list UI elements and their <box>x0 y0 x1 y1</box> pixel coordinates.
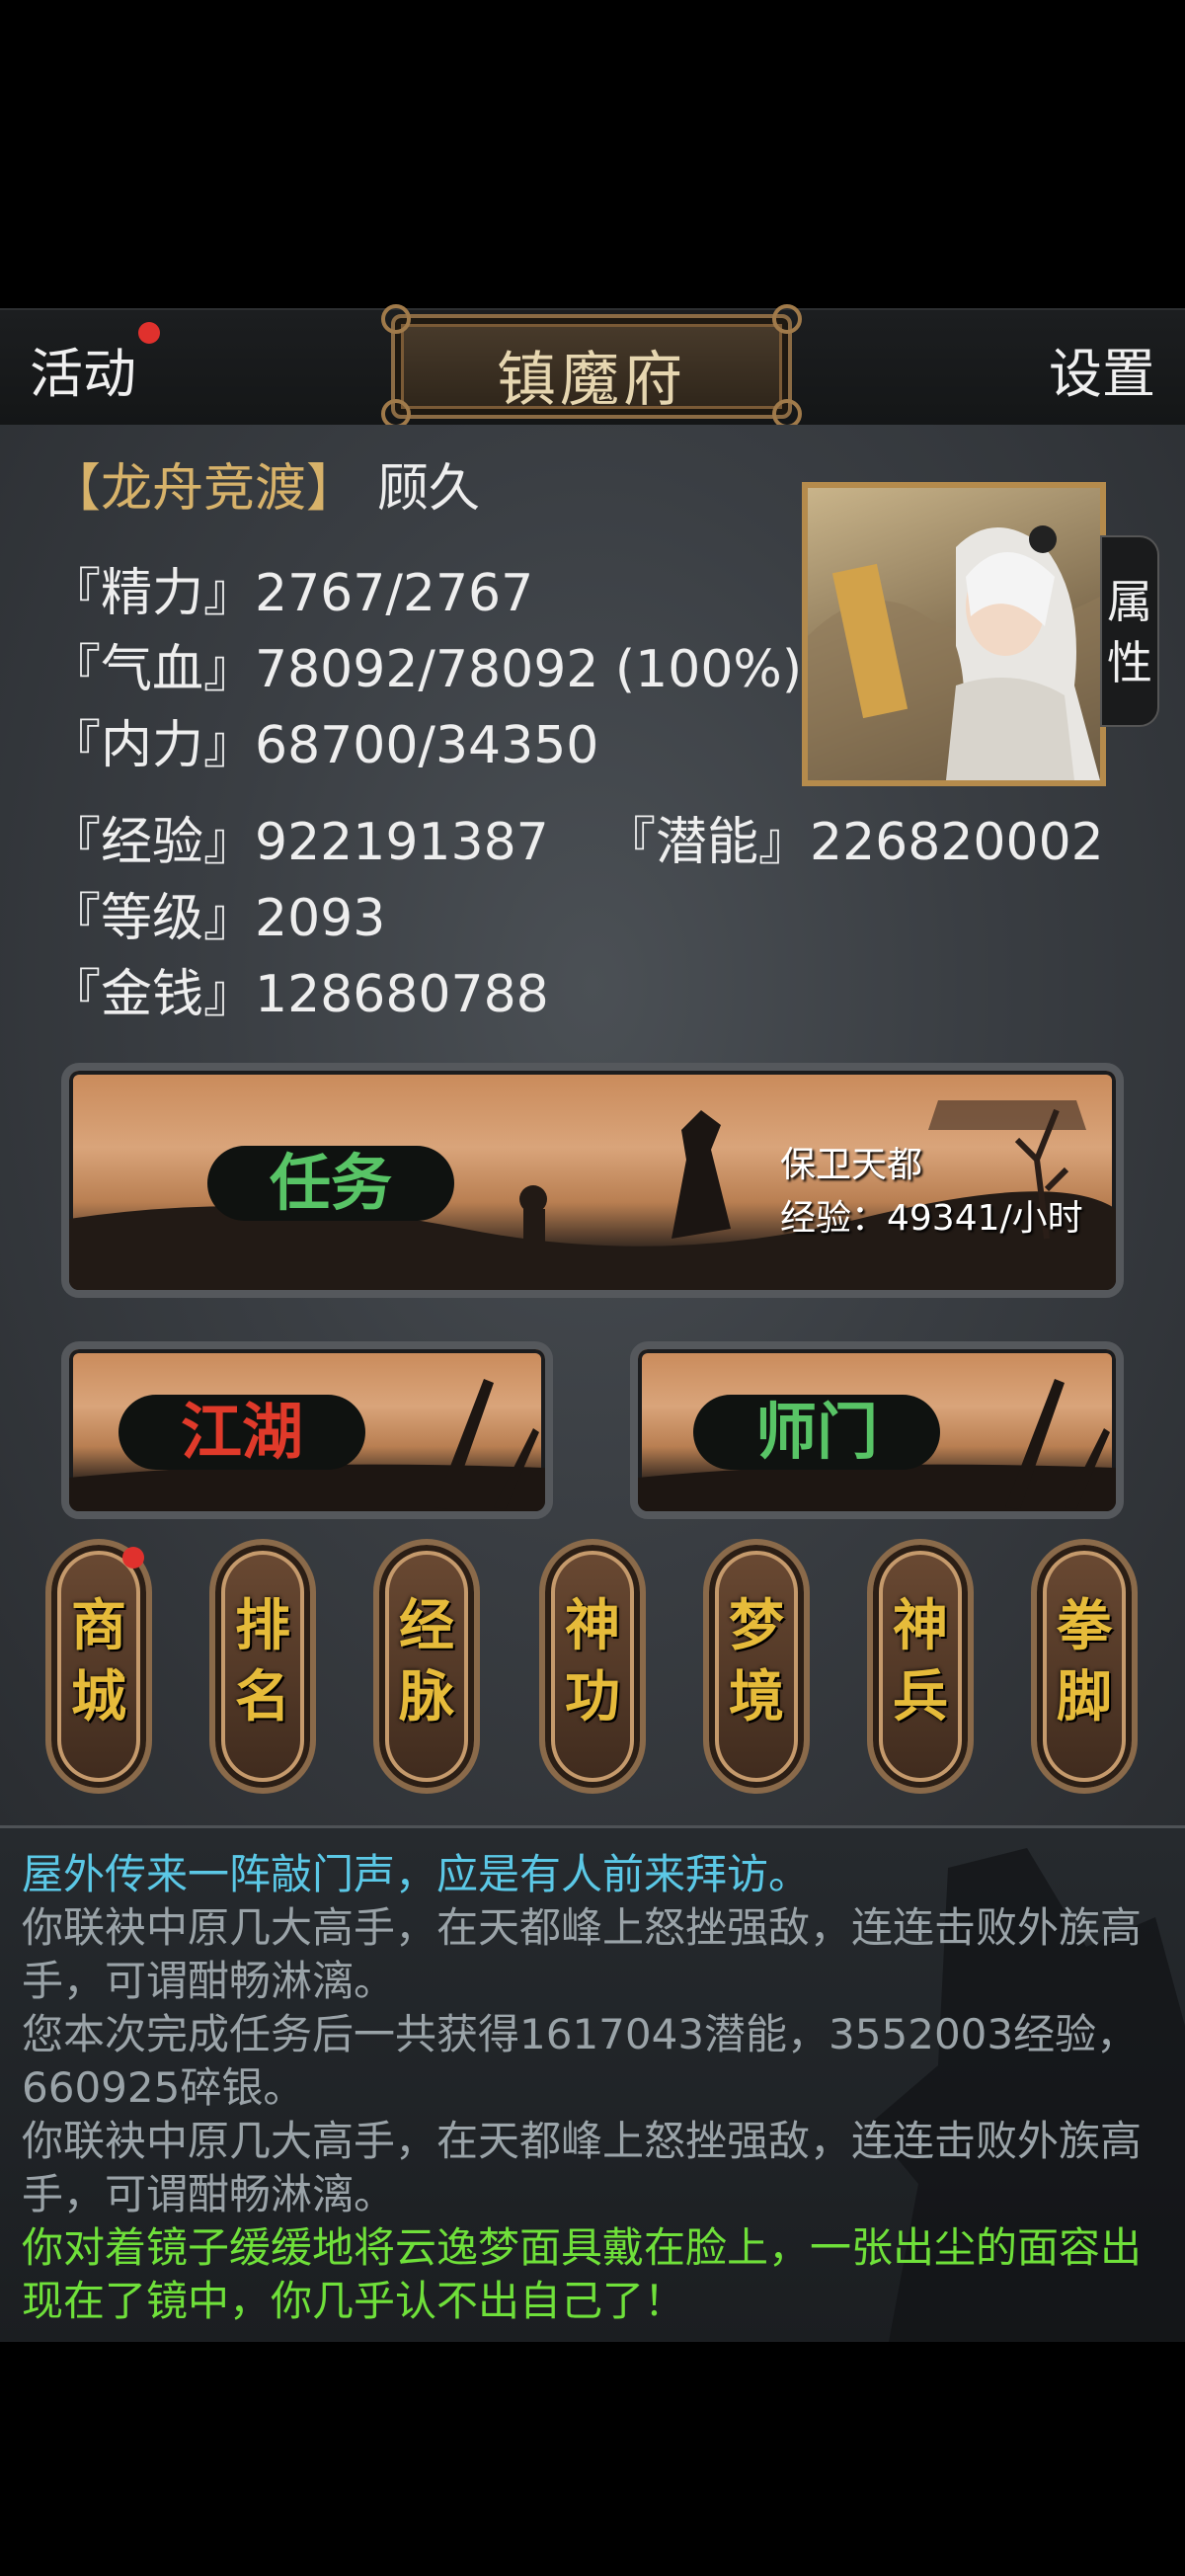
meridian-button[interactable]: 经脉 <box>373 1539 480 1794</box>
dreamland-button[interactable]: 梦境 <box>703 1539 810 1794</box>
log-message-text: 你对着镜子缓缓地将云逸梦面具戴在脸上，一张出尘的面容出现在了镜中，你几乎认不出自… <box>22 2223 1143 2325</box>
potential-stat: 『潜能』226820002 <box>604 813 1104 872</box>
title-plaque: 镇魔府 <box>381 304 802 429</box>
ornament-icon <box>381 304 411 334</box>
shop-label: 商城 <box>71 1593 126 1730</box>
ranking-label: 排名 <box>235 1593 290 1730</box>
divine-weapon-button[interactable]: 神兵 <box>867 1539 974 1794</box>
log-message-text: 您本次完成任务后一共获得1617043潜能，3552003经验，660925碎银… <box>22 2010 1139 2112</box>
log-message: 你联袂中原几大高手，在天都峰上怒挫强敌，连连击败外族高手，可谓酣畅淋漓。 <box>22 1901 1157 2008</box>
money-stat: 『金钱』128680788 <box>49 965 549 1024</box>
log-message: 您本次完成任务后一共获得1617043潜能，3552003经验，660925碎银… <box>22 2008 1157 2115</box>
divine-skill-button[interactable]: 神功 <box>539 1539 646 1794</box>
log-message-text: 屋外传来一阵敲门声，应是有人前来拜访。 <box>22 1850 811 1898</box>
log-message-text: 你联袂中原几大高手，在天都峰上怒挫强敌，连连击败外族高手，可谓酣畅淋漓。 <box>22 2117 1143 2218</box>
internal-power-stat: 『内力』68700/34350 <box>49 716 599 775</box>
dreamland-label: 梦境 <box>729 1593 784 1730</box>
shop-notification-dot <box>122 1547 144 1569</box>
fist-kick-button[interactable]: 拳脚 <box>1031 1539 1138 1794</box>
quest-exp-rate: 经验：49341/小时 <box>780 1198 1083 1239</box>
log-message: 你联袂中原几大高手，在天都峰上怒挫强敌，连连击败外族高手，可谓酣畅淋漓。 <box>22 2115 1157 2221</box>
activity-label: 活动 <box>30 343 136 405</box>
health-stat: 『气血』78092/78092 (100%) <box>49 640 803 699</box>
fist-kick-label: 拳脚 <box>1057 1593 1112 1730</box>
message-log[interactable]: 屋外传来一阵敲门声，应是有人前来拜访。 你联袂中原几大高手，在天都峰上怒挫强敌，… <box>0 1825 1185 2342</box>
jianghu-label: 江湖 <box>118 1395 365 1470</box>
log-message: 屋外传来一阵敲门声，应是有人前来拜访。 <box>22 1848 1157 1901</box>
quest-name: 保卫天都 <box>780 1145 923 1185</box>
attributes-tab[interactable]: 属性 <box>1100 535 1159 727</box>
quest-button-label: 任务 <box>207 1146 454 1221</box>
top-bar: 活动 镇魔府 设置 <box>0 304 1185 429</box>
player-title: 【龙舟竞渡】 <box>49 459 358 519</box>
page-title: 镇魔府 <box>497 346 686 415</box>
log-message: 你对着镜子缓缓地将云逸梦面具戴在脸上，一张出尘的面容出现在了镜中，你几乎认不出自… <box>22 2221 1157 2328</box>
player-name: 顾久 <box>377 459 481 519</box>
level-stat: 『等级』2093 <box>49 889 386 948</box>
shop-button[interactable]: 商城 <box>45 1539 152 1794</box>
ornament-icon <box>772 304 802 334</box>
portrait-figure-icon <box>808 525 1100 780</box>
jianghu-button[interactable]: 江湖 <box>61 1341 553 1519</box>
activity-button[interactable]: 活动 <box>30 330 136 408</box>
divine-weapon-label: 神兵 <box>893 1593 948 1730</box>
settings-label: 设置 <box>1049 343 1155 405</box>
ranking-button[interactable]: 排名 <box>209 1539 316 1794</box>
quest-banner[interactable]: 任务 保卫天都 经验：49341/小时 <box>61 1063 1124 1298</box>
experience-stat: 『经验』922191387 <box>49 813 549 872</box>
settings-button[interactable]: 设置 <box>1049 330 1155 408</box>
meridian-label: 经脉 <box>399 1593 454 1730</box>
log-message-text: 你联袂中原几大高手，在天都峰上怒挫强敌，连连击败外族高手，可谓酣畅淋漓。 <box>22 1903 1143 2005</box>
activity-notification-dot <box>138 322 160 344</box>
shimen-label: 师门 <box>693 1395 940 1470</box>
stamina-stat: 『精力』2767/2767 <box>49 564 534 623</box>
character-portrait[interactable] <box>802 482 1106 786</box>
shimen-button[interactable]: 师门 <box>630 1341 1124 1519</box>
divine-skill-label: 神功 <box>565 1593 620 1730</box>
attributes-tab-label: 属性 <box>1107 575 1152 689</box>
